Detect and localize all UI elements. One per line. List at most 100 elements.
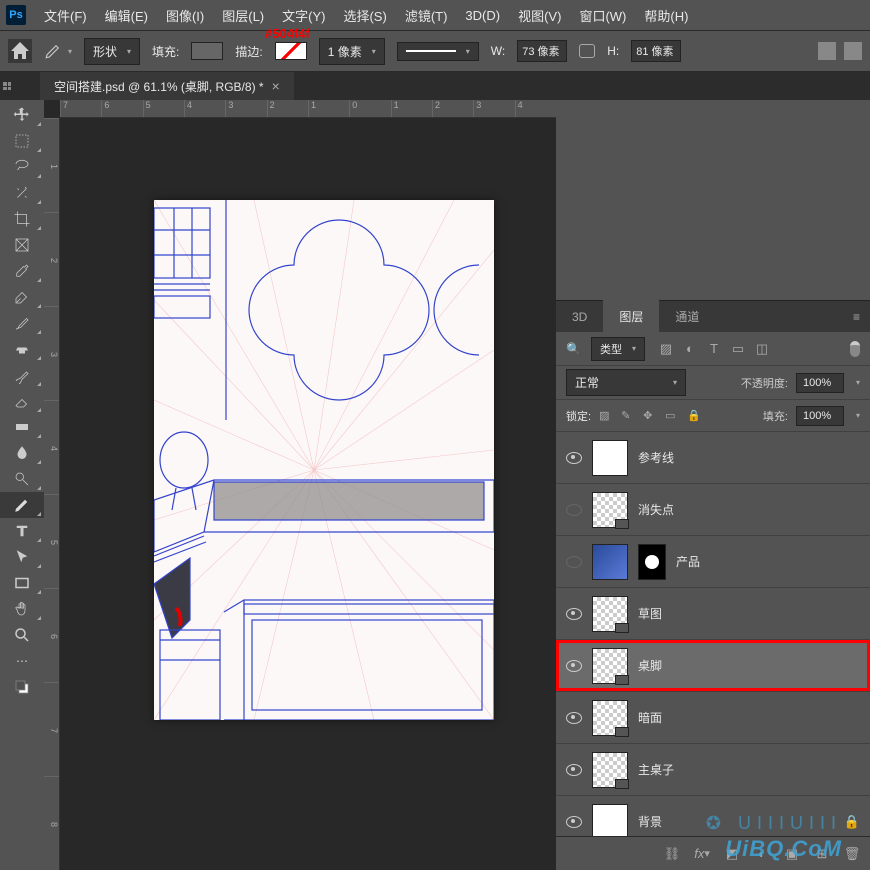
blur-tool[interactable] bbox=[0, 440, 44, 466]
fill-swatch[interactable] bbox=[191, 42, 223, 60]
document-tab[interactable]: 空间搭建.psd @ 61.1% (桌脚, RGB/8) * × bbox=[40, 72, 294, 101]
marquee-tool[interactable] bbox=[0, 128, 44, 154]
lock-all-icon[interactable]: 🔒 bbox=[687, 409, 701, 423]
frame-tool[interactable] bbox=[0, 232, 44, 258]
layer-thumbnail[interactable] bbox=[592, 752, 628, 788]
tool-preset-dropdown[interactable]: ▾ bbox=[68, 47, 72, 56]
layer-visibility-icon[interactable] bbox=[566, 712, 582, 724]
width-input[interactable]: 73 像素 bbox=[517, 40, 567, 62]
layer-thumbnail[interactable] bbox=[592, 804, 628, 837]
history-brush-tool[interactable] bbox=[0, 362, 44, 388]
path-selection-tool[interactable] bbox=[0, 544, 44, 570]
zoom-tool[interactable] bbox=[0, 622, 44, 648]
new-layer-icon[interactable]: ⊞ bbox=[814, 846, 830, 862]
layer-visibility-icon[interactable] bbox=[566, 764, 582, 776]
layer-name[interactable]: 产品 bbox=[676, 553, 700, 570]
fill-chevron-icon[interactable]: ▾ bbox=[856, 411, 860, 420]
path-alignment-icon[interactable] bbox=[844, 42, 862, 60]
magic-wand-tool[interactable] bbox=[0, 180, 44, 206]
opacity-input[interactable]: 100% bbox=[796, 373, 844, 393]
tab-close-icon[interactable]: × bbox=[272, 78, 280, 94]
layer-name[interactable]: 草图 bbox=[638, 605, 662, 622]
layer-visibility-icon[interactable] bbox=[566, 608, 582, 620]
type-tool[interactable] bbox=[0, 518, 44, 544]
layer-mask-icon[interactable]: ◩ bbox=[724, 846, 740, 862]
layer-item[interactable]: 消失点 bbox=[556, 484, 870, 536]
layer-item[interactable]: 产品 bbox=[556, 536, 870, 588]
move-tool[interactable] bbox=[0, 102, 44, 128]
filter-shape-icon[interactable]: ▭ bbox=[731, 342, 745, 356]
menu-image[interactable]: 图像(I) bbox=[166, 6, 204, 25]
menu-type[interactable]: 文字(Y) bbox=[282, 6, 325, 25]
lock-transparency-icon[interactable]: ▨ bbox=[599, 409, 613, 423]
layer-name[interactable]: 消失点 bbox=[638, 501, 674, 518]
layer-item[interactable]: 桌脚 bbox=[556, 640, 870, 692]
dodge-tool[interactable] bbox=[0, 466, 44, 492]
shape-mode-dropdown[interactable]: 形状▾ bbox=[84, 38, 140, 65]
fill-input[interactable]: 100% bbox=[796, 406, 844, 426]
menu-window[interactable]: 窗口(W) bbox=[579, 6, 626, 25]
adjustment-layer-icon[interactable]: ◐ bbox=[754, 846, 770, 862]
home-icon[interactable] bbox=[8, 39, 32, 63]
layer-mask-thumbnail[interactable] bbox=[638, 544, 666, 580]
layer-style-icon[interactable]: fx▾ bbox=[694, 846, 710, 862]
layer-thumbnail[interactable] bbox=[592, 440, 628, 476]
stroke-swatch[interactable] bbox=[275, 42, 307, 60]
menu-help[interactable]: 帮助(H) bbox=[644, 6, 688, 25]
lock-image-icon[interactable]: ✎ bbox=[621, 409, 635, 423]
layer-thumbnail[interactable] bbox=[592, 596, 628, 632]
pen-tool[interactable] bbox=[0, 492, 44, 518]
crop-tool[interactable] bbox=[0, 206, 44, 232]
filter-type-icon[interactable]: T bbox=[707, 342, 721, 356]
layer-visibility-icon[interactable] bbox=[566, 816, 582, 828]
menu-edit[interactable]: 编辑(E) bbox=[105, 6, 148, 25]
eyedropper-tool[interactable] bbox=[0, 258, 44, 284]
layer-item[interactable]: 背景🔒 bbox=[556, 796, 870, 836]
menu-file[interactable]: 文件(F) bbox=[44, 6, 87, 25]
menu-filter[interactable]: 滤镜(T) bbox=[405, 6, 448, 25]
tab-grab-handle[interactable] bbox=[3, 82, 11, 90]
path-operations-icon[interactable] bbox=[818, 42, 836, 60]
filter-smartobject-icon[interactable]: ◫ bbox=[755, 342, 769, 356]
layer-name[interactable]: 桌脚 bbox=[638, 657, 662, 674]
menu-layer[interactable]: 图层(L) bbox=[222, 6, 264, 25]
link-layers-icon[interactable]: ⛓ bbox=[664, 846, 680, 862]
layer-visibility-icon[interactable] bbox=[566, 504, 582, 516]
layer-item[interactable]: 主桌子 bbox=[556, 744, 870, 796]
filter-toggle[interactable] bbox=[850, 341, 860, 357]
hand-tool[interactable] bbox=[0, 596, 44, 622]
rectangle-tool[interactable] bbox=[0, 570, 44, 596]
menu-3d[interactable]: 3D(D) bbox=[465, 8, 500, 23]
layer-thumbnail[interactable] bbox=[592, 492, 628, 528]
height-input[interactable]: 81 像素 bbox=[631, 40, 681, 62]
panel-menu-icon[interactable]: ≡ bbox=[843, 310, 870, 324]
edit-toolbar[interactable]: ⋯ bbox=[0, 648, 44, 674]
layer-thumbnail[interactable] bbox=[592, 648, 628, 684]
menu-view[interactable]: 视图(V) bbox=[518, 6, 561, 25]
layer-thumbnail[interactable] bbox=[592, 544, 628, 580]
filter-type-dropdown[interactable]: 类型▾ bbox=[591, 337, 645, 361]
opacity-chevron-icon[interactable]: ▾ bbox=[856, 378, 860, 387]
link-dimensions-icon[interactable] bbox=[579, 44, 595, 58]
menu-select[interactable]: 选择(S) bbox=[343, 6, 386, 25]
brush-tool[interactable] bbox=[0, 310, 44, 336]
healing-brush-tool[interactable] bbox=[0, 284, 44, 310]
blend-mode-dropdown[interactable]: 正常▾ bbox=[566, 369, 686, 396]
canvas-area[interactable]: 765432101234 12345678 bbox=[44, 100, 556, 870]
layer-name[interactable]: 暗面 bbox=[638, 709, 662, 726]
stroke-width-input[interactable]: 1 像素▾ bbox=[319, 38, 385, 65]
clone-stamp-tool[interactable] bbox=[0, 336, 44, 362]
lasso-tool[interactable] bbox=[0, 154, 44, 180]
tab-channels[interactable]: 通道 bbox=[659, 300, 715, 333]
canvas[interactable] bbox=[154, 200, 494, 720]
layer-visibility-icon[interactable] bbox=[566, 452, 582, 464]
layer-item[interactable]: 草图 bbox=[556, 588, 870, 640]
lock-artboard-icon[interactable]: ▭ bbox=[665, 409, 679, 423]
layer-thumbnail[interactable] bbox=[592, 700, 628, 736]
layer-group-icon[interactable]: ▣ bbox=[784, 846, 800, 862]
layer-item[interactable]: 参考线 bbox=[556, 432, 870, 484]
lock-position-icon[interactable]: ✥ bbox=[643, 409, 657, 423]
layer-item[interactable]: 暗面 bbox=[556, 692, 870, 744]
delete-layer-icon[interactable]: 🗑 bbox=[844, 846, 860, 862]
gradient-tool[interactable] bbox=[0, 414, 44, 440]
